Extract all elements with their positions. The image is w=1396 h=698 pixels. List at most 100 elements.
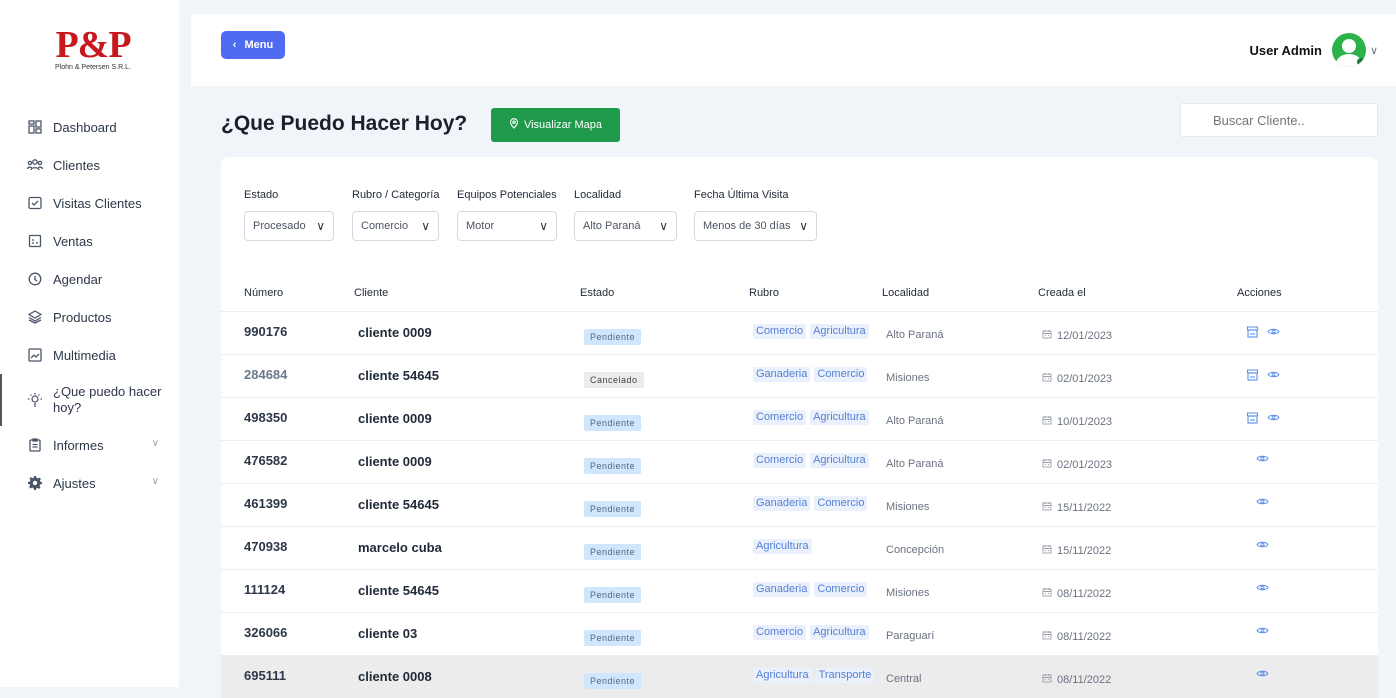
calendar-icon bbox=[1042, 587, 1052, 600]
table-row[interactable]: 111124 cliente 54645 Pendiente Ganaderia Com… bbox=[221, 569, 1378, 612]
sidebar-item-label: Visitas Clientes bbox=[53, 195, 142, 211]
row-cliente: cliente 54645 bbox=[358, 497, 439, 512]
page-title: ¿Que Puedo Hacer Hoy? bbox=[221, 112, 468, 135]
row-fecha-text: 10/01/2023 bbox=[1057, 415, 1113, 428]
sidebar-item-dashboard[interactable]: Dashboard bbox=[0, 108, 179, 146]
view-eye-icon[interactable] bbox=[1256, 583, 1269, 592]
view-eye-icon[interactable] bbox=[1256, 497, 1269, 506]
table-row[interactable]: 284684 cliente 54645 Cancelado Ganaderia Com… bbox=[221, 354, 1378, 397]
avatar-head bbox=[1341, 39, 1356, 53]
column-header-creada-el[interactable]: Creada el bbox=[1038, 287, 1086, 299]
filter-estado: Estado Procesado ∨ bbox=[244, 189, 334, 241]
row-numero[interactable]: 470938 bbox=[244, 539, 287, 554]
status-badge: Pendiente bbox=[584, 415, 642, 431]
row-localidad: Misiones bbox=[886, 372, 930, 384]
row-numero[interactable]: 326066 bbox=[244, 625, 287, 640]
sidebar-item-ventas[interactable]: Ventas bbox=[0, 222, 179, 260]
sidebar-item-agendar[interactable]: Agendar bbox=[0, 260, 179, 298]
row-numero[interactable]: 111124 bbox=[244, 582, 285, 597]
gear-icon bbox=[27, 475, 43, 491]
visualize-map-button[interactable]: Visualizar Mapa bbox=[491, 108, 620, 142]
sidebar-item-informes[interactable]: Informes ∨ bbox=[0, 426, 179, 464]
menu-button[interactable]: ‹ Menu bbox=[221, 31, 285, 59]
sidebar-item-label: Ajustes bbox=[53, 475, 96, 491]
sidebar-item-multimedia[interactable]: Multimedia bbox=[0, 336, 179, 374]
users-icon bbox=[27, 157, 43, 173]
row-numero[interactable]: 461399 bbox=[244, 496, 287, 511]
row-numero[interactable]: 695111 bbox=[244, 668, 286, 683]
fecha-select[interactable]: Menos de 30 días ∨ bbox=[694, 211, 817, 241]
clock-icon bbox=[27, 271, 43, 287]
column-header-estado[interactable]: Estado bbox=[580, 287, 614, 299]
row-fecha-text: 08/11/2022 bbox=[1057, 587, 1112, 600]
store-icon[interactable] bbox=[1246, 411, 1259, 424]
column-header-rubro[interactable]: Rubro bbox=[749, 287, 779, 299]
sidebar-item-label: Clientes bbox=[53, 157, 100, 173]
rubro-tag: Comercio bbox=[753, 324, 807, 339]
column-header-numero[interactable]: Número bbox=[244, 287, 283, 299]
search-input[interactable] bbox=[1180, 103, 1378, 137]
store-icon[interactable] bbox=[1246, 368, 1259, 381]
row-actions bbox=[1240, 411, 1285, 424]
status-dot bbox=[1356, 58, 1365, 66]
sidebar-item-productos[interactable]: Productos bbox=[0, 298, 179, 336]
estado-select[interactable]: Procesado ∨ bbox=[244, 211, 334, 241]
localidad-select[interactable]: Alto Paraná ∨ bbox=[574, 211, 677, 241]
view-eye-icon[interactable] bbox=[1266, 368, 1280, 381]
row-actions bbox=[1240, 583, 1285, 592]
view-eye-icon[interactable] bbox=[1256, 669, 1269, 678]
chevron-down-icon[interactable]: ∨ bbox=[1370, 44, 1378, 57]
sidebar-item-que-puedo-hacer-hoy[interactable]: ¿Que puedo hacer hoy? bbox=[0, 374, 179, 426]
table-row[interactable]: 498350 cliente 0009 Pendiente Comercio Agric… bbox=[221, 397, 1378, 440]
select-value: Motor bbox=[466, 220, 495, 232]
column-header-localidad[interactable]: Localidad bbox=[882, 287, 929, 299]
row-numero[interactable]: 990176 bbox=[244, 324, 287, 339]
user-menu[interactable]: User Admin ∨ bbox=[1249, 33, 1378, 67]
sidebar-item-visitas-clientes[interactable]: Visitas Clientes bbox=[0, 184, 179, 222]
view-eye-icon[interactable] bbox=[1266, 325, 1280, 338]
rubro-tag: Ganaderia bbox=[753, 582, 811, 597]
sidebar: P&P Plohn & Petersen S.R.L. Dashboard Cl… bbox=[0, 0, 179, 687]
row-actions bbox=[1240, 325, 1285, 338]
row-localidad: Misiones bbox=[886, 587, 930, 599]
sidebar-item-label: Dashboard bbox=[53, 119, 117, 135]
table-row[interactable]: 476582 cliente 0009 Pendiente Comercio Agric… bbox=[221, 440, 1378, 483]
row-fecha: 12/01/2023 bbox=[1042, 329, 1112, 342]
view-eye-icon[interactable] bbox=[1256, 626, 1269, 635]
view-eye-icon[interactable] bbox=[1266, 411, 1280, 424]
row-numero[interactable]: 284684 bbox=[244, 367, 287, 382]
rubro-tag: Agricultura bbox=[753, 668, 812, 683]
table-row[interactable]: 470938 marcelo cuba Pendiente Agricultura Co… bbox=[221, 526, 1378, 569]
view-eye-icon[interactable] bbox=[1256, 540, 1269, 549]
sidebar-item-clientes[interactable]: Clientes bbox=[0, 146, 179, 184]
row-fecha: 02/01/2023 bbox=[1042, 458, 1112, 471]
store-icon[interactable] bbox=[1246, 325, 1259, 338]
rubro-tags: Comercio Agricultura bbox=[753, 324, 875, 339]
avatar[interactable] bbox=[1331, 33, 1366, 67]
rubro-tag: Comercio bbox=[753, 625, 807, 640]
column-header-cliente[interactable]: Cliente bbox=[354, 287, 388, 299]
status-badge: Pendiente bbox=[584, 501, 642, 517]
row-localidad: Alto Paraná bbox=[886, 415, 944, 427]
row-actions bbox=[1240, 497, 1285, 506]
table-row[interactable]: 326066 cliente 03 Pendiente Comercio Agricul… bbox=[221, 612, 1378, 655]
row-cliente: cliente 0009 bbox=[358, 454, 432, 469]
company-logo[interactable]: P&P Plohn & Petersen S.R.L. bbox=[38, 26, 148, 71]
rubro-select[interactable]: Comercio ∨ bbox=[352, 211, 439, 241]
rubro-tags: Comercio Agricultura bbox=[753, 410, 875, 425]
view-eye-icon[interactable] bbox=[1256, 454, 1269, 463]
row-fecha: 10/01/2023 bbox=[1042, 415, 1112, 428]
chevron-down-icon: ∨ bbox=[151, 438, 159, 449]
row-numero[interactable]: 498350 bbox=[244, 410, 287, 425]
sidebar-item-ajustes[interactable]: Ajustes ∨ bbox=[0, 464, 179, 502]
table-row[interactable]: 461399 cliente 54645 Pendiente Ganaderia Com… bbox=[221, 483, 1378, 526]
row-fecha-text: 08/11/2022 bbox=[1057, 630, 1112, 643]
row-numero[interactable]: 476582 bbox=[244, 453, 287, 468]
status-badge: Pendiente bbox=[584, 544, 642, 560]
calendar-icon bbox=[1042, 458, 1052, 471]
row-fecha: 15/11/2022 bbox=[1042, 544, 1111, 557]
table-row[interactable]: 990176 cliente 0009 Pendiente Comercio Agric… bbox=[221, 311, 1378, 354]
equipos-select[interactable]: Motor ∨ bbox=[457, 211, 557, 241]
map-pin-icon bbox=[509, 118, 519, 132]
table-row[interactable]: 695111 cliente 0008 Pendiente Agricultura Tr… bbox=[221, 655, 1378, 698]
